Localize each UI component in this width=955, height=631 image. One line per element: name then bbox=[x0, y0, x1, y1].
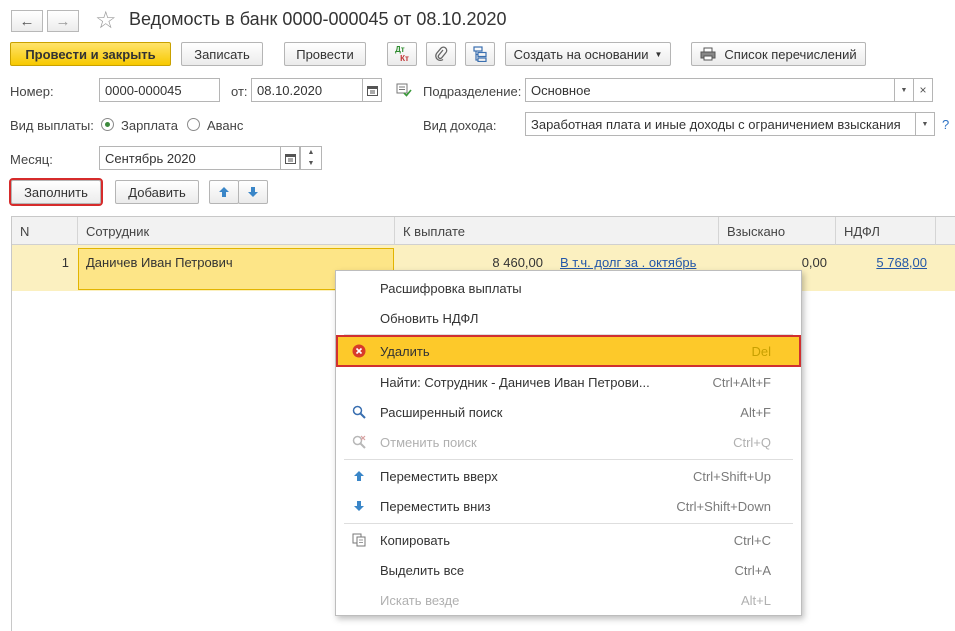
arrow-up-icon bbox=[351, 468, 367, 484]
copy-icon bbox=[351, 532, 367, 548]
close-icon: × bbox=[919, 83, 927, 97]
fill-button[interactable]: Заполнить bbox=[9, 178, 103, 206]
income-type-dropdown-button[interactable]: ▼ bbox=[915, 112, 935, 136]
transfer-list-label: Список перечислений bbox=[724, 46, 857, 62]
arrow-down-icon bbox=[351, 498, 367, 514]
dt-kt-button[interactable]: Дт Кт bbox=[387, 42, 417, 66]
number-label: Номер: bbox=[10, 84, 54, 99]
arrow-left-icon: ← bbox=[19, 12, 35, 30]
stepper-up-icon[interactable]: ▲ bbox=[301, 147, 321, 158]
menu-item-cancel-search: Отменить поиск Ctrl+Q bbox=[336, 427, 801, 457]
save-button[interactable]: Записать bbox=[181, 42, 263, 66]
delete-icon bbox=[351, 343, 367, 359]
menu-item-select-all[interactable]: Выделить все Ctrl+A bbox=[336, 555, 801, 585]
menu-item-find-employee[interactable]: Найти: Сотрудник - Даничев Иван Петрови.… bbox=[336, 367, 801, 397]
back-button[interactable]: ← bbox=[11, 10, 43, 32]
division-label: Подразделение: bbox=[423, 84, 522, 99]
division-clear-button[interactable]: × bbox=[913, 78, 933, 102]
month-label: Месяц: bbox=[10, 152, 53, 167]
menu-item-search-everywhere: Искать везде Alt+L bbox=[380, 592, 771, 608]
menu-item-advanced-search[interactable]: Расширенный поиск Alt+F bbox=[336, 397, 801, 427]
radio-salary-label[interactable]: Зарплата bbox=[121, 118, 178, 133]
context-menu: Расшифровка выплаты Обновить НДФЛ Удалит… bbox=[335, 270, 802, 616]
row-debt-link[interactable]: В т.ч. долг за . октябрь bbox=[560, 255, 696, 270]
post-and-close-button[interactable]: Провести и закрыть bbox=[10, 42, 171, 66]
create-based-on-label: Создать на основании bbox=[513, 46, 649, 62]
menu-separator bbox=[344, 459, 793, 460]
cancel-search-icon bbox=[351, 434, 367, 450]
paperclip-icon bbox=[435, 46, 448, 62]
dt-kt-icon: Дт Кт bbox=[395, 45, 409, 63]
favorite-star-icon[interactable]: ☆ bbox=[95, 6, 117, 35]
printer-icon bbox=[700, 47, 716, 61]
calendar-icon bbox=[366, 85, 378, 96]
search-icon bbox=[351, 404, 367, 420]
radio-advance[interactable] bbox=[187, 118, 200, 131]
row-withheld[interactable]: 0,00 bbox=[719, 255, 827, 270]
structure-button[interactable] bbox=[465, 42, 495, 66]
doc-status-icon[interactable] bbox=[396, 83, 412, 100]
date-label: от: bbox=[231, 84, 248, 99]
column-header-employee[interactable]: Сотрудник bbox=[78, 217, 395, 245]
caret-down-icon: ▼ bbox=[921, 120, 929, 128]
move-down-button[interactable] bbox=[238, 180, 268, 204]
row-number: 1 bbox=[61, 255, 69, 270]
post-button[interactable]: Провести bbox=[284, 42, 366, 66]
row-ndfl[interactable]: 5 768,00 bbox=[836, 255, 927, 270]
menu-item-copy[interactable]: Копировать Ctrl+C bbox=[336, 525, 801, 555]
forward-button[interactable]: → bbox=[47, 10, 79, 32]
date-field[interactable]: 08.10.2020 bbox=[251, 78, 363, 102]
menu-separator bbox=[344, 523, 793, 524]
menu-item-move-down[interactable]: Переместить вниз Ctrl+Shift+Down bbox=[336, 491, 801, 521]
month-picker-button[interactable] bbox=[280, 146, 300, 170]
transfer-list-button[interactable]: Список перечислений bbox=[691, 42, 866, 66]
add-button[interactable]: Добавить bbox=[115, 180, 199, 204]
month-field[interactable]: Сентябрь 2020 bbox=[99, 146, 281, 170]
column-header-withheld[interactable]: Взыскано bbox=[719, 217, 836, 245]
column-header-n[interactable]: N bbox=[12, 217, 78, 245]
menu-item-delete[interactable]: Удалить Del bbox=[336, 335, 801, 367]
radio-salary[interactable] bbox=[101, 118, 114, 131]
create-based-on-button[interactable]: Создать на основании ▼ bbox=[505, 42, 671, 66]
arrow-up-icon bbox=[219, 187, 229, 197]
row-to-pay[interactable]: 8 460,00 bbox=[395, 255, 543, 270]
menu-item-payment-breakdown[interactable]: Расшифровка выплаты bbox=[336, 273, 801, 303]
stepper-down-icon[interactable]: ▼ bbox=[301, 158, 321, 169]
column-header-ndfl[interactable]: НДФЛ bbox=[836, 217, 936, 245]
payout-type-label: Вид выплаты: bbox=[10, 118, 94, 133]
number-field[interactable]: 0000-000045 bbox=[99, 78, 220, 102]
attach-button[interactable] bbox=[426, 42, 456, 66]
division-dropdown-button[interactable]: ▼ bbox=[894, 78, 914, 102]
caret-down-icon: ▼ bbox=[900, 86, 908, 94]
dropdown-caret-icon: ▼ bbox=[654, 49, 663, 59]
month-stepper[interactable]: ▲ ▼ bbox=[300, 146, 322, 170]
income-type-field[interactable]: Заработная плата и иные доходы с огранич… bbox=[525, 112, 916, 136]
division-field[interactable]: Основное bbox=[525, 78, 895, 102]
column-header-to-pay[interactable]: К выплате bbox=[395, 217, 719, 245]
column-header-extra bbox=[936, 217, 955, 245]
arrow-down-icon bbox=[248, 187, 258, 197]
move-up-button[interactable] bbox=[209, 180, 239, 204]
arrow-right-icon: → bbox=[55, 12, 71, 30]
page-title: Ведомость в банк 0000-000045 от 08.10.20… bbox=[129, 9, 507, 29]
calendar-icon bbox=[284, 153, 296, 164]
help-icon[interactable]: ? bbox=[942, 117, 949, 132]
hierarchy-icon bbox=[473, 46, 487, 62]
menu-item-update-ndfl[interactable]: Обновить НДФЛ bbox=[336, 303, 801, 333]
income-type-label: Вид дохода: bbox=[423, 118, 497, 133]
radio-advance-label[interactable]: Аванс bbox=[207, 118, 243, 133]
date-picker-button[interactable] bbox=[362, 78, 382, 102]
row-employee[interactable]: Даничев Иван Петрович bbox=[86, 255, 233, 270]
menu-item-move-up[interactable]: Переместить вверх Ctrl+Shift+Up bbox=[336, 461, 801, 491]
